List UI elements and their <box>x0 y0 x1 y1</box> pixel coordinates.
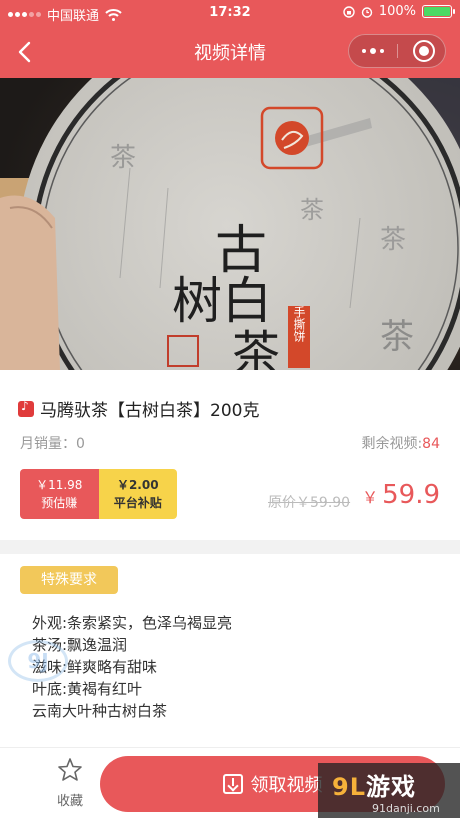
battery-icon <box>422 5 455 18</box>
requirement-line: 叶底:黄褐有红叶 <box>32 680 143 698</box>
earnings-box: ￥11.98 预估赚 ￥2.00 平台补贴 <box>20 469 177 519</box>
status-right: 100% <box>343 4 455 19</box>
watermark-left: 9J <box>8 640 68 682</box>
close-target-icon[interactable] <box>413 40 435 62</box>
remaining-count: 84 <box>422 436 440 452</box>
tiktok-icon <box>18 399 34 417</box>
pattern-char: 茶 <box>380 317 414 357</box>
earn-label: 预估赚 <box>41 496 78 510</box>
monthly-sales: 月销量：0 <box>20 436 85 452</box>
pattern-char: 茶 <box>110 143 136 173</box>
requirements-section: 特殊要求 外观:条索紧实，色泽乌褐显亮 茶汤:飘逸温润 滋味:鲜爽略有甜味 叶底… <box>0 554 460 747</box>
claim-label: 领取视频 <box>250 775 323 796</box>
tea-cake-photo: 茶 茶 茶 茶 古 树白 茶 手撕饼 <box>0 78 460 370</box>
star-icon <box>58 758 82 781</box>
favorite-button[interactable]: 收藏 <box>40 756 100 812</box>
product-image[interactable]: 茶 茶 茶 茶 古 树白 茶 手撕饼 <box>0 78 460 370</box>
estimated-earn: ￥11.98 预估赚 <box>20 469 99 519</box>
status-bar: 中国联通 17:32 100% <box>0 0 460 26</box>
requirements-tag: 特殊要求 <box>20 566 118 594</box>
watermark-logo: 9L游戏 91danji.com <box>318 763 460 818</box>
nav-bar: 视频详情 <box>0 26 460 78</box>
alarm-icon <box>361 6 373 18</box>
price-symbol: ￥ <box>362 488 379 507</box>
favorite-label: 收藏 <box>56 794 83 809</box>
platform-subsidy: ￥2.00 平台补贴 <box>98 469 177 519</box>
subsidy-label: 平台补贴 <box>113 496 162 510</box>
cake-seal: 手撕饼 <box>292 306 306 343</box>
download-icon <box>222 774 243 794</box>
capsule-divider <box>397 44 398 58</box>
product-title: 马腾驮茶【古树白茶】200克 <box>40 401 260 421</box>
earn-value: ￥11.98 <box>36 478 83 492</box>
cake-title-3: 茶 <box>232 326 280 370</box>
current-price: ￥ 59.9 <box>362 480 440 510</box>
requirement-line: 云南大叶种古树白茶 <box>32 702 168 720</box>
logo-text: 游戏 <box>366 773 416 801</box>
cake-title-2: 树白 <box>172 272 272 330</box>
battery-percent: 100% <box>378 4 416 19</box>
watermark-logo-text: 9L游戏 <box>332 767 460 802</box>
logo-num: 9L <box>332 773 366 801</box>
pattern-char: 茶 <box>380 225 406 255</box>
subsidy-value: ￥2.00 <box>116 478 159 492</box>
watermark-url: 91danji.com <box>372 802 440 815</box>
pattern-char: 茶 <box>300 196 324 224</box>
top-bar: 中国联通 17:32 100% 视频详情 <box>0 0 460 78</box>
product-info: 马腾驮茶【古树白茶】200克 月销量：0 剩余视频:84 ￥11.98 预估赚 … <box>0 370 460 540</box>
product-title-row: 马腾驮茶【古树白茶】200克 <box>18 396 259 421</box>
original-price: 原价￥59.90 <box>268 495 351 511</box>
more-icon[interactable] <box>349 35 397 67</box>
rotation-lock-icon <box>343 5 355 18</box>
requirement-line: 外观:条索紧实，色泽乌褐显亮 <box>32 614 233 632</box>
price-value: 59.9 <box>382 480 440 510</box>
mini-program-capsule <box>348 34 446 68</box>
remaining-label: 剩余视频: <box>361 436 423 452</box>
remaining-videos: 剩余视频:84 <box>361 433 440 453</box>
